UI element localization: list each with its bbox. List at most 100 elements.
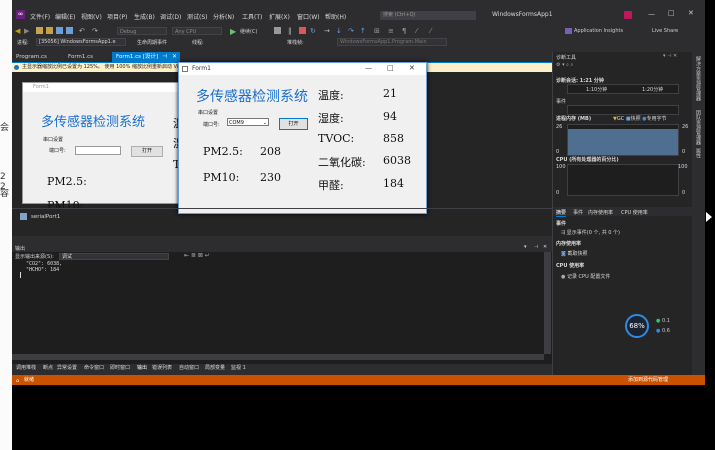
diag-toolbar-icons[interactable]: ⚙ ▾ ⌕ ⌕ bbox=[556, 62, 573, 68]
maximize-icon[interactable]: □ bbox=[668, 9, 675, 17]
tab-breakpoints[interactable]: 断点 bbox=[43, 364, 53, 371]
pause-icon[interactable]: ‖ bbox=[288, 27, 295, 35]
menu-view[interactable]: 视图(V) bbox=[81, 12, 102, 21]
show-next-statement-icon[interactable]: → bbox=[324, 27, 331, 35]
tab-locals[interactable]: 局部变量 bbox=[205, 364, 225, 371]
user-avatar-icon[interactable] bbox=[624, 11, 632, 19]
tab-program-cs[interactable]: Program.cs bbox=[12, 52, 51, 62]
minimize-icon[interactable]: — bbox=[648, 10, 655, 18]
threads-icon[interactable]: ≡ bbox=[388, 27, 395, 35]
menu-edit[interactable]: 编辑(E) bbox=[55, 12, 75, 21]
cpu-graph[interactable] bbox=[567, 164, 679, 196]
tab-form1-cs[interactable]: Form1.cs bbox=[64, 52, 97, 62]
application-insights-button[interactable]: Application Insights bbox=[574, 28, 623, 34]
cpu-gauge[interactable]: 68% bbox=[625, 314, 649, 338]
undo-icon[interactable]: ↶ bbox=[79, 27, 86, 35]
designer-port-combobox[interactable] bbox=[75, 146, 121, 155]
take-snapshot-button[interactable]: ◙ 截取快照 bbox=[561, 250, 587, 257]
step-into-icon[interactable]: ↓ bbox=[336, 27, 343, 35]
menu-test[interactable]: 测试(S) bbox=[187, 12, 208, 21]
back-arrow-icon[interactable]: ◀ bbox=[15, 27, 22, 35]
tab-call-stack[interactable]: 调用堆栈 bbox=[16, 364, 36, 371]
menu-debug[interactable]: 调试(D) bbox=[160, 12, 181, 21]
format-icon[interactable]: ¶ bbox=[402, 27, 409, 35]
solution-explorer-tab[interactable]: 解决方案资源管理器 bbox=[694, 56, 702, 101]
menu-window[interactable]: 窗口(W) bbox=[297, 12, 320, 21]
tab-immediate-window[interactable]: 即时窗口 bbox=[110, 364, 130, 371]
add-to-source-control[interactable]: 添加到源代码管理 bbox=[628, 375, 668, 385]
form1-close-icon[interactable]: ✕ bbox=[409, 62, 415, 74]
designer-open-button[interactable]: 打开 bbox=[131, 146, 163, 157]
process-dropdown[interactable]: [35056] WindowsFormsApp1.e bbox=[36, 38, 126, 46]
output-source-dropdown[interactable]: 调试 bbox=[59, 253, 169, 260]
configuration-dropdown[interactable]: Debug bbox=[117, 27, 167, 35]
open-port-button[interactable]: 打开 bbox=[279, 118, 308, 130]
events-track[interactable] bbox=[567, 105, 679, 115]
output-close-icon[interactable]: ✕ bbox=[543, 244, 547, 250]
chevron-down-icon[interactable]: ⌄ bbox=[263, 119, 267, 127]
tab-autos[interactable]: 自动窗口 bbox=[179, 364, 199, 371]
menu-build[interactable]: 生成(B) bbox=[134, 12, 155, 21]
continue-button[interactable]: 继续(C) bbox=[240, 28, 257, 35]
menu-analyze[interactable]: 分析(N) bbox=[213, 12, 234, 21]
menu-extensions[interactable]: 扩展(X) bbox=[269, 12, 290, 21]
diag-window-controls[interactable]: ▾ ⊣ ✕ bbox=[663, 53, 677, 59]
tab-events[interactable]: 事件 bbox=[573, 209, 583, 216]
pin-tab-icon[interactable]: ⊣ bbox=[162, 53, 167, 60]
attach-icon[interactable] bbox=[274, 27, 281, 34]
tab-summary[interactable]: 摘要 bbox=[556, 209, 567, 217]
forward-arrow-icon[interactable]: ▶ bbox=[24, 27, 31, 35]
step-out-icon[interactable]: ↑ bbox=[360, 27, 367, 35]
team-explorer-tab[interactable]: 团队资源管理器 bbox=[694, 110, 702, 145]
record-cpu-button[interactable]: ● 记录 CPU 配置文件 bbox=[561, 273, 610, 280]
tab-cpu-usage[interactable]: CPU 使用率 bbox=[621, 209, 648, 216]
designer-form-preview[interactable]: Form1 多传感器检测系统 温 湿 T 串口设置 端口号: 打开 PM2.5:… bbox=[22, 82, 194, 212]
hex-icon[interactable]: ⊞ bbox=[374, 27, 381, 35]
tab-command-window[interactable]: 命令窗口 bbox=[84, 364, 104, 371]
menu-project[interactable]: 项目(P) bbox=[107, 12, 127, 21]
form1-minimize-icon[interactable]: — bbox=[365, 62, 372, 74]
stop-icon[interactable] bbox=[299, 27, 306, 34]
close-icon[interactable]: ✕ bbox=[688, 9, 694, 17]
restart-icon[interactable]: ↻ bbox=[310, 27, 317, 35]
lifecycle-events-label[interactable]: 生命周期事件 bbox=[137, 39, 167, 46]
menu-tools[interactable]: 工具(T) bbox=[242, 12, 262, 21]
save-icon[interactable] bbox=[56, 27, 63, 34]
tab-memory-usage[interactable]: 内存使用率 bbox=[588, 209, 613, 216]
save-all-icon[interactable] bbox=[66, 27, 73, 34]
tab-form1-designer[interactable]: Form1.cs [设计] bbox=[112, 52, 181, 62]
show-events-link[interactable]: ⇶ 显示事件(0 个, 共 0 个) bbox=[561, 229, 620, 236]
platform-dropdown[interactable]: Any CPU bbox=[172, 27, 222, 35]
form1-window[interactable]: Form1 — □ ✕ 多传感器检测系统 串口设置 端口号: COM9 ⌄ 打开… bbox=[178, 62, 427, 214]
serialport1-component[interactable]: serialPort1 bbox=[31, 214, 60, 220]
close-tab-icon[interactable]: ✕ bbox=[172, 53, 177, 60]
redo-icon[interactable]: ↷ bbox=[92, 27, 99, 35]
output-pin-icon[interactable]: ⊣ bbox=[534, 244, 538, 250]
menu-help[interactable]: 帮助(H) bbox=[325, 12, 346, 21]
new-project-icon[interactable] bbox=[36, 27, 43, 34]
tab-exception-settings[interactable]: 异常设置 bbox=[57, 364, 77, 371]
tab-watch-1[interactable]: 监视 1 bbox=[231, 364, 246, 371]
memory-graph[interactable] bbox=[567, 124, 679, 156]
port-combobox[interactable]: COM9 ⌄ bbox=[227, 118, 269, 126]
diag-timeline[interactable]: 1:10分钟 1:20分钟 bbox=[567, 84, 679, 94]
tab-output[interactable]: 输出 bbox=[137, 364, 147, 371]
search-input[interactable]: 搜索 (Ctrl+Q) bbox=[380, 11, 476, 20]
comment-icon[interactable]: ⁄ bbox=[416, 27, 423, 35]
form1-maximize-icon[interactable]: □ bbox=[387, 62, 394, 74]
menu-file[interactable]: 文件(F) bbox=[30, 12, 50, 21]
output-hscrollbar[interactable] bbox=[12, 354, 544, 360]
output-dropdown-icon[interactable]: ▾ bbox=[524, 244, 527, 250]
tab-error-list[interactable]: 错误列表 bbox=[152, 364, 172, 371]
diag-events-header[interactable]: 事件 bbox=[556, 98, 566, 105]
open-folder-icon[interactable] bbox=[46, 27, 53, 34]
live-share-button[interactable]: Live Share bbox=[652, 28, 678, 34]
step-over-icon[interactable]: ↷ bbox=[348, 27, 355, 35]
continue-icon[interactable]: ▶ bbox=[230, 27, 236, 36]
play-icon[interactable] bbox=[706, 212, 712, 222]
output-toolbar-icons[interactable]: ⇤ ≣ ⊠ ↵ bbox=[184, 252, 210, 259]
properties-tab[interactable]: 属性 bbox=[694, 148, 702, 158]
output-vscrollbar[interactable] bbox=[544, 252, 551, 354]
stack-frame-dropdown[interactable]: WindowsFormsApp1.Program.Main bbox=[337, 38, 447, 46]
uncomment-icon[interactable]: ⁄ bbox=[430, 27, 437, 35]
